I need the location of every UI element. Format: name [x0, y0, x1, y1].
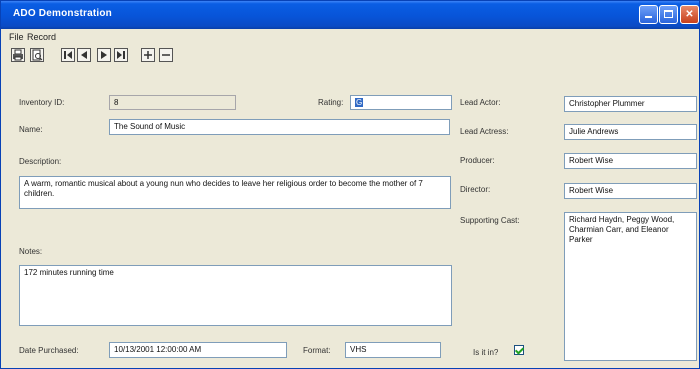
next-record-icon: [101, 51, 107, 59]
is-it-in-label: Is it in?: [473, 348, 499, 357]
minimize-icon: [645, 16, 652, 18]
printer-icon: [13, 49, 23, 61]
rating-value: G: [355, 98, 364, 107]
name-label: Name:: [19, 125, 43, 134]
director-label: Director:: [460, 185, 491, 194]
add-record-icon: [144, 51, 152, 59]
producer-label: Producer:: [460, 156, 495, 165]
print-button[interactable]: [11, 48, 25, 62]
rating-field[interactable]: G: [350, 95, 452, 110]
format-label: Format:: [303, 346, 331, 355]
director-field[interactable]: Robert Wise: [564, 183, 697, 199]
supporting-cast-label: Supporting Cast:: [460, 216, 520, 225]
previous-record-icon: [81, 51, 87, 59]
inventory-id-label: Inventory ID:: [19, 98, 65, 107]
minimize-button[interactable]: [639, 5, 658, 24]
description-field[interactable]: A warm, romantic musical about a young n…: [19, 176, 451, 209]
rating-label: Rating:: [318, 98, 344, 107]
print-preview-button[interactable]: [30, 48, 44, 62]
next-record-button[interactable]: [97, 48, 111, 62]
maximize-button[interactable]: [659, 5, 678, 24]
name-field[interactable]: The Sound of Music: [109, 119, 450, 135]
app-window: ADO Demonstration ✕ File Record Inventor…: [0, 0, 700, 369]
menu-file[interactable]: File: [9, 32, 24, 42]
last-record-icon: [117, 51, 125, 59]
window-title: ADO Demonstration: [13, 8, 112, 19]
toolbar: [1, 46, 699, 66]
date-purchased-label: Date Purchased:: [19, 346, 79, 355]
date-purchased-field[interactable]: 10/13/2001 12:00:00 AM: [109, 342, 287, 358]
is-it-in-checkbox[interactable]: [514, 345, 524, 355]
lead-actor-field[interactable]: Christopher Plummer: [564, 96, 697, 112]
inventory-id-field: 8: [109, 95, 236, 110]
lead-actress-label: Lead Actress:: [460, 127, 509, 136]
delete-record-icon: [162, 54, 170, 56]
menu-record[interactable]: Record: [27, 32, 56, 42]
format-field[interactable]: VHS: [345, 342, 441, 358]
previous-record-button[interactable]: [77, 48, 91, 62]
delete-record-button[interactable]: [159, 48, 173, 62]
add-record-button[interactable]: [141, 48, 155, 62]
menu-bar: File Record: [1, 29, 699, 45]
description-label: Description:: [19, 157, 62, 166]
maximize-icon: [664, 10, 673, 18]
lead-actress-field[interactable]: Julie Andrews: [564, 124, 697, 140]
title-bar[interactable]: ADO Demonstration ✕: [1, 1, 699, 29]
close-button[interactable]: ✕: [680, 5, 699, 24]
print-preview-icon: [32, 49, 43, 61]
notes-label: Notes:: [19, 247, 43, 256]
first-record-icon: [64, 51, 72, 59]
producer-field[interactable]: Robert Wise: [564, 153, 697, 169]
close-icon: ✕: [685, 9, 694, 20]
supporting-cast-field[interactable]: Richard Haydn, Peggy Wood, Charmian Carr…: [564, 212, 697, 361]
first-record-button[interactable]: [61, 48, 75, 62]
lead-actor-label: Lead Actor:: [460, 98, 501, 107]
notes-field[interactable]: 172 minutes running time: [19, 265, 452, 326]
last-record-button[interactable]: [114, 48, 128, 62]
